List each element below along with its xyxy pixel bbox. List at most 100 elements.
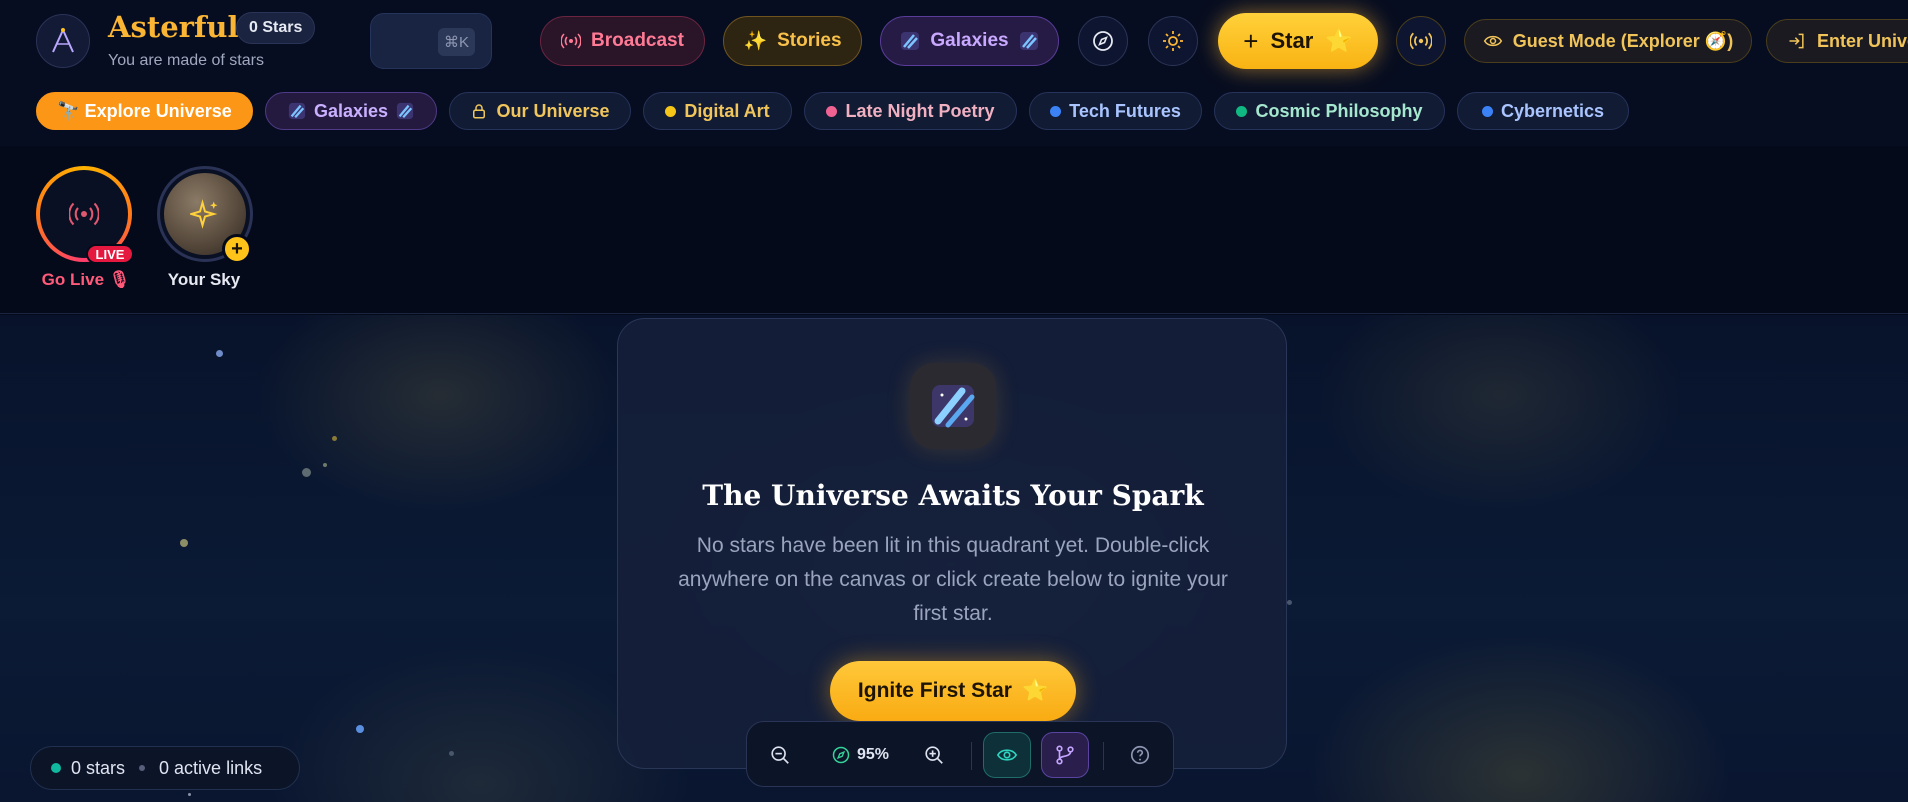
plus-icon: + xyxy=(1243,25,1259,56)
enter-universe-button[interactable]: Enter Universe xyxy=(1766,19,1908,63)
constellation-logo-icon xyxy=(52,27,74,53)
stories-button[interactable]: ✨ Stories xyxy=(723,16,862,66)
galaxies-button[interactable]: Galaxies xyxy=(880,16,1059,66)
channel-galaxies[interactable]: Galaxies xyxy=(265,92,437,130)
star-dot xyxy=(302,468,311,477)
channel-label: Late Night Poetry xyxy=(845,100,995,121)
signal-button[interactable] xyxy=(1396,16,1446,66)
ignite-label: Ignite First Star xyxy=(857,679,1012,702)
star-label: Star xyxy=(1270,28,1314,53)
add-story-icon[interactable]: + xyxy=(222,234,252,264)
eye-icon xyxy=(996,749,1018,761)
channel-dot-icon xyxy=(1481,105,1493,117)
compass-icon xyxy=(1093,31,1113,51)
empty-state-description: No stars have been lit in this quadrant … xyxy=(678,534,1228,625)
login-icon xyxy=(1789,33,1804,49)
broadcast-icon xyxy=(1410,32,1432,50)
logo[interactable] xyxy=(36,14,90,68)
zoom-level[interactable]: 95% xyxy=(817,732,903,778)
star-dot xyxy=(332,436,337,441)
star-dot xyxy=(188,793,191,796)
your-sky-label: Your Sky xyxy=(167,270,241,289)
channel-digital-art[interactable]: Digital Art xyxy=(643,92,792,130)
channel-label: 🔭 Explore Universe xyxy=(57,100,232,121)
channel-cybernetics[interactable]: Cybernetics xyxy=(1457,92,1629,130)
tagline: You are made of stars xyxy=(108,52,264,69)
keyboard-shortcut: ⌘K xyxy=(437,28,475,56)
stories-row xyxy=(0,146,1908,314)
star-dot xyxy=(180,539,188,547)
broadcast-icon xyxy=(69,202,99,226)
sparkle-icon xyxy=(190,199,218,229)
channel-label: Galaxies xyxy=(313,100,389,121)
channel-explore-universe[interactable]: 🔭 Explore Universe xyxy=(36,92,253,130)
canvas-toolbar: 95% xyxy=(746,721,1174,787)
star-dot xyxy=(216,350,223,357)
sparkles-icon: ✨ xyxy=(743,31,768,52)
help-button[interactable] xyxy=(1117,732,1163,778)
stars-count: 0 stars xyxy=(71,757,126,778)
channel-late-night-poetry[interactable]: Late Night Poetry xyxy=(804,92,1017,130)
theme-toggle-button[interactable] xyxy=(1148,16,1198,66)
stars-count-badge: 0 Stars xyxy=(236,12,316,44)
channel-our-universe[interactable]: Our Universe xyxy=(449,92,631,130)
galaxies-label: Galaxies xyxy=(930,30,1009,51)
compass-button[interactable] xyxy=(1078,16,1128,66)
channel-label: Tech Futures xyxy=(1069,100,1181,121)
galaxy-icon xyxy=(910,363,996,449)
empty-state-title: The Universe Awaits Your Spark xyxy=(702,479,1204,512)
star-dot xyxy=(323,463,327,467)
star-icon: ⭐ xyxy=(1021,679,1049,702)
empty-state-card: The Universe Awaits Your Spark No stars … xyxy=(617,318,1287,769)
git-branch-icon xyxy=(1056,745,1074,765)
sun-icon xyxy=(1163,31,1183,51)
top-header: Asterful 0 Stars You are made of stars ⌘… xyxy=(0,0,1908,146)
enter-universe-label: Enter Universe xyxy=(1817,30,1908,51)
search-button[interactable]: ⌘K xyxy=(370,13,492,69)
separator-dot-icon xyxy=(139,765,146,771)
broadcast-button[interactable]: Broadcast xyxy=(540,16,705,66)
broadcast-label: Broadcast xyxy=(591,30,684,51)
guest-mode-label: Guest Mode (Explorer 🧭) xyxy=(1512,30,1734,51)
zoom-out-icon xyxy=(771,746,789,764)
go-live-label: Go Live 🎙 xyxy=(41,270,131,289)
galaxy-icon xyxy=(901,32,920,50)
create-star-button[interactable]: + Star ⭐ xyxy=(1218,13,1378,69)
galaxy-illustration xyxy=(932,385,975,428)
channel-tech-futures[interactable]: Tech Futures xyxy=(1029,92,1202,130)
channel-dot-icon xyxy=(1050,105,1062,117)
ignite-first-star-button[interactable]: Ignite First Star ⭐ xyxy=(830,661,1076,721)
canvas-status: 0 stars 0 active links xyxy=(30,746,300,790)
channel-dot-icon xyxy=(1236,105,1248,117)
star-dot xyxy=(449,751,454,756)
channel-cosmic-philosophy[interactable]: Cosmic Philosophy xyxy=(1214,92,1445,130)
channel-label: Our Universe xyxy=(496,100,610,121)
galaxy-icon xyxy=(396,102,414,120)
channel-label: Cybernetics xyxy=(1500,100,1605,121)
active-links-count: 0 active links xyxy=(159,757,263,778)
star-icon: ⭐ xyxy=(1325,28,1353,53)
galaxy-icon xyxy=(1019,32,1038,50)
eye-icon xyxy=(1483,35,1502,47)
lock-icon xyxy=(473,104,486,119)
stories-label: Stories xyxy=(777,30,842,51)
toolbar-divider xyxy=(971,742,972,770)
broadcast-icon xyxy=(561,33,582,49)
star-dot xyxy=(356,725,364,733)
toolbar-divider xyxy=(1103,742,1104,770)
channel-label: Cosmic Philosophy xyxy=(1255,100,1423,121)
galaxy-icon xyxy=(288,102,306,120)
live-badge: LIVE xyxy=(86,244,134,264)
help-icon xyxy=(1130,745,1150,765)
channel-label: Digital Art xyxy=(684,100,770,121)
guest-mode-button[interactable]: Guest Mode (Explorer 🧭) xyxy=(1464,19,1752,63)
visibility-toggle-button[interactable] xyxy=(983,732,1031,778)
links-toggle-button[interactable] xyxy=(1041,732,1089,778)
zoom-in-button[interactable] xyxy=(911,732,957,778)
brand-name: Asterful xyxy=(108,10,239,44)
star-dot xyxy=(1287,600,1292,605)
zoom-level-value: 95% xyxy=(856,746,890,763)
channel-dot-icon xyxy=(826,105,838,117)
zoom-in-icon xyxy=(925,746,943,764)
zoom-out-button[interactable] xyxy=(757,732,803,778)
